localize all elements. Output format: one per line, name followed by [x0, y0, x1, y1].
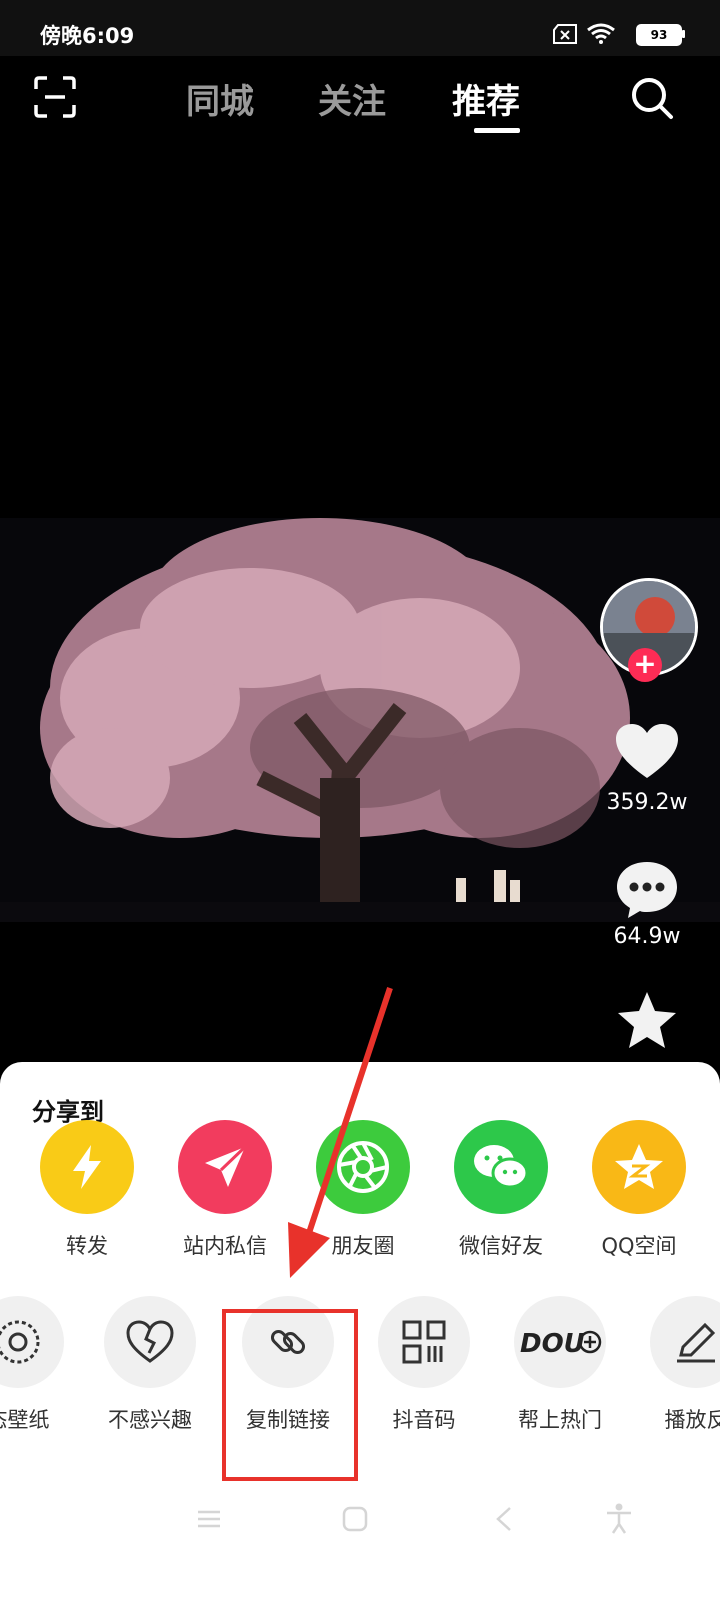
action-live-wallpaper-label: 态壁纸 [0, 1408, 50, 1432]
action-douyin-code[interactable]: 抖音码 [364, 1296, 484, 1434]
action-boost-trending-circle: DOU [514, 1296, 606, 1388]
share-wechat-circle [454, 1120, 548, 1214]
wifi-icon [587, 23, 615, 44]
action-douyin-code-label: 抖音码 [392, 1408, 456, 1432]
pencil-icon [677, 1322, 716, 1363]
action-douyin-code-circle [378, 1296, 470, 1388]
action-boost-trending[interactable]: DOU 帮上热门 [500, 1296, 620, 1434]
share-dm-circle [178, 1120, 272, 1214]
share-repost[interactable]: 转发 [32, 1120, 142, 1260]
action-live-wallpaper-circle [0, 1296, 64, 1388]
live-wallpaper-icon [0, 1320, 40, 1364]
wechat-icon [474, 1145, 529, 1189]
search-icon[interactable] [630, 76, 674, 120]
comment-icon[interactable] [614, 858, 680, 920]
tab-recommended[interactable]: 推荐 [452, 74, 520, 123]
status-bar: 傍晚6:09 93 [0, 0, 720, 56]
back-icon[interactable] [492, 1506, 518, 1532]
scan-icon[interactable] [34, 76, 76, 118]
broken-heart-icon [126, 1320, 174, 1363]
action-boost-trending-label: 帮上热门 [518, 1408, 602, 1432]
share-qzone[interactable]: QQ空间 [584, 1120, 694, 1260]
action-playback-feedback[interactable]: 播放反 [636, 1296, 720, 1434]
share-direct-message[interactable]: 站内私信 [170, 1120, 280, 1260]
status-time: 傍晚6:09 [40, 24, 135, 48]
highlight-box [222, 1309, 358, 1481]
tab-following[interactable]: 关注 [318, 74, 386, 123]
action-not-interested[interactable]: 不感兴趣 [90, 1296, 210, 1434]
menu-icon[interactable] [196, 1506, 222, 1532]
follow-plus-button[interactable]: + [628, 648, 662, 682]
video-player[interactable] [0, 518, 720, 922]
qr-code-icon [402, 1320, 446, 1364]
qzone-star-icon [615, 1144, 663, 1189]
accessibility-icon[interactable] [604, 1502, 634, 1534]
lightning-icon [73, 1145, 101, 1189]
active-tab-indicator [474, 128, 520, 133]
action-not-interested-circle [104, 1296, 196, 1388]
no-sim-icon [553, 24, 577, 44]
share-wechat-label: 微信好友 [459, 1234, 543, 1258]
favorite-star-icon[interactable] [616, 990, 678, 1050]
tab-same-city[interactable]: 同城 [186, 74, 254, 123]
share-qzone-circle [592, 1120, 686, 1214]
svg-text:DOU: DOU [520, 1329, 585, 1359]
annotation-arrow [288, 987, 393, 1278]
action-not-interested-label: 不感兴趣 [108, 1408, 192, 1432]
paper-plane-icon [205, 1145, 247, 1187]
action-playback-feedback-label: 播放反 [664, 1408, 720, 1432]
home-icon[interactable] [342, 1506, 368, 1532]
share-wechat-friend[interactable]: 微信好友 [446, 1120, 556, 1260]
action-live-wallpaper[interactable]: 态壁纸 [0, 1296, 78, 1434]
comment-count: 64.9w [613, 924, 681, 949]
share-repost-circle [40, 1120, 134, 1214]
like-heart-icon[interactable] [614, 722, 680, 782]
battery-cap [682, 30, 685, 38]
like-count: 359.2w [606, 790, 688, 815]
share-repost-label: 转发 [66, 1234, 108, 1258]
action-playback-feedback-circle [650, 1296, 720, 1388]
battery-indicator: 93 [636, 24, 682, 46]
share-qzone-label: QQ空间 [601, 1234, 677, 1258]
dou-plus-icon: DOU [520, 1329, 602, 1359]
share-dm-label: 站内私信 [183, 1234, 267, 1258]
